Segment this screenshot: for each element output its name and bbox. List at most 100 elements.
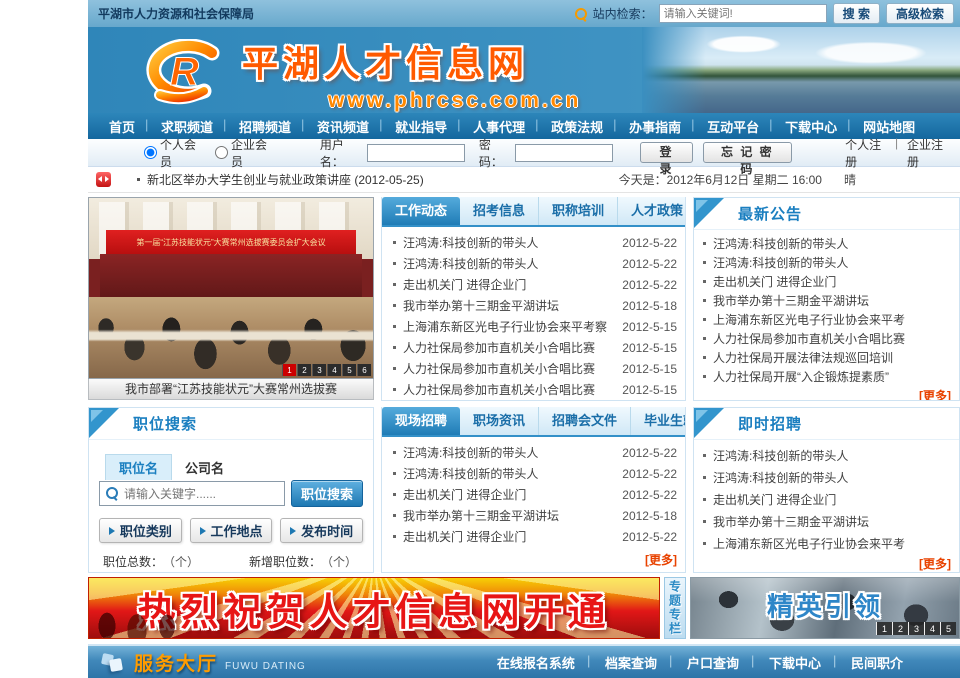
logo[interactable]: R 平湖人才信息网 www.phrcsc.com.cn xyxy=(136,35,581,113)
celebration-banner[interactable]: 热烈祝贺人才信息网开通 xyxy=(88,577,660,639)
notice-item[interactable]: 汪鸿涛:科技创新的带头人 xyxy=(698,253,951,272)
tab-talent-policy[interactable]: 人才政策 xyxy=(618,197,686,225)
nav-jobseeker[interactable]: 求职频道 xyxy=(148,117,226,136)
nav-sitemap[interactable]: 网站地图 xyxy=(850,117,928,136)
link-download-center[interactable]: 下载中心 xyxy=(754,653,836,672)
tab-work-dynamics[interactable]: 工作动态 xyxy=(382,197,460,225)
instant-recruit-more-link[interactable]: [更多] xyxy=(694,554,959,573)
company-register-link[interactable]: 企业注册 xyxy=(898,136,960,170)
news-item[interactable]: 人力社保局参加市直机关小合唱比赛2012-5-15 xyxy=(388,358,677,379)
filter-date-button[interactable]: 发布时间 xyxy=(280,518,363,543)
link-private-agency[interactable]: 民间职介 xyxy=(836,653,918,672)
company-member-radio[interactable] xyxy=(215,146,228,159)
notice-item[interactable]: 汪鸿涛:科技创新的带头人 xyxy=(698,234,951,253)
special-column-strip[interactable]: 专题专栏 xyxy=(664,577,686,639)
news-item[interactable]: 走出机关门 进得企业门2012-5-22 xyxy=(388,274,677,295)
nav-policy[interactable]: 政策法规 xyxy=(538,117,616,136)
photo-slideshow[interactable]: 第一届“江苏技能状元”大赛常州选拔赛委员会扩大会议 1 2 3 4 5 6 xyxy=(88,197,374,379)
photo-caption-link[interactable]: 我市部署“江苏技能状元”大赛常州选拔赛 xyxy=(88,379,374,400)
link-online-registration[interactable]: 在线报名系统 xyxy=(482,653,590,672)
photo-page-3[interactable]: 3 xyxy=(312,364,326,376)
forgot-password-button[interactable]: 忘 记 密 码 xyxy=(703,142,793,163)
link-hukou-query[interactable]: 户口查询 xyxy=(672,653,754,672)
login-button[interactable]: 登 录 xyxy=(640,142,693,163)
notice-more-link[interactable]: [更多] xyxy=(694,386,959,401)
news-item[interactable]: 人力社保局参加市直机关小合唱比赛2012-5-15 xyxy=(388,337,677,358)
photo-page-1[interactable]: 1 xyxy=(282,364,296,376)
stat-label: 新增职位数： xyxy=(249,553,321,570)
notice-item[interactable]: 人力社保局开展“入企锻炼提素质” xyxy=(698,367,951,386)
elite-page-4[interactable]: 4 xyxy=(924,622,940,635)
job-search-button[interactable]: 职位搜索 xyxy=(291,480,363,507)
news-item[interactable]: 我市举办第十三期金平湖讲坛2012-5-18 xyxy=(388,295,677,316)
nav-guidance[interactable]: 就业指导 xyxy=(382,117,460,136)
job-keyword-input[interactable] xyxy=(99,481,285,506)
tab-onsite-recruit[interactable]: 现场招聘 xyxy=(382,407,460,435)
nav-interactive[interactable]: 互动平台 xyxy=(694,117,772,136)
password-input[interactable] xyxy=(515,144,613,162)
notice-item[interactable]: 上海浦东新区光电子行业协会来平考 xyxy=(698,310,951,329)
tab-position-name[interactable]: 职位名 xyxy=(105,454,172,480)
news-item[interactable]: 走出机关门 进得企业门2012-5-22 xyxy=(388,526,677,547)
tab-jobfair-files[interactable]: 招聘会文件 xyxy=(539,407,631,435)
username-input[interactable] xyxy=(367,144,465,162)
photo-page-4[interactable]: 4 xyxy=(327,364,341,376)
bullet-icon xyxy=(393,283,396,286)
link-archive-query[interactable]: 档案查询 xyxy=(590,653,672,672)
notice-item[interactable]: 我市举办第十三期金平湖讲坛 xyxy=(698,291,951,310)
content-row-1: 第一届“江苏技能状元”大赛常州选拔赛委员会扩大会议 1 2 3 4 5 6 我市… xyxy=(88,197,960,401)
instant-recruit-box: 即时招聘 汪鸿涛:科技创新的带头人 汪鸿涛:科技创新的带头人 走出机关门 进得企… xyxy=(693,407,960,573)
tab-workplace-info[interactable]: 职场资讯 xyxy=(460,407,539,435)
elite-page-3[interactable]: 3 xyxy=(908,622,924,635)
site-search-input[interactable] xyxy=(659,4,827,23)
recruit-item[interactable]: 汪鸿涛:科技创新的带头人 xyxy=(698,444,951,466)
job-search-header: 职位搜索 xyxy=(89,408,373,440)
notice-item[interactable]: 人力社保局参加市直机关小合唱比赛 xyxy=(698,329,951,348)
news-item[interactable]: 汪鸿涛:科技创新的带头人2012-5-22 xyxy=(388,463,677,484)
recruit-item[interactable]: 上海浦东新区光电子行业协会来平考 xyxy=(698,532,951,554)
news-item[interactable]: 上海浦东新区光电子行业协会来平考察2012-5-15 xyxy=(388,316,677,337)
tab-graduate-service[interactable]: 毕业生就业服务 xyxy=(631,407,686,435)
search-button[interactable]: 搜 索 xyxy=(833,3,880,24)
elite-page-5[interactable]: 5 xyxy=(940,622,956,635)
recruit-item[interactable]: 汪鸿涛:科技创新的带头人 xyxy=(698,466,951,488)
tab-company-name[interactable]: 公司名 xyxy=(172,455,237,480)
photo-page-5[interactable]: 5 xyxy=(342,364,356,376)
photo-news-box: 第一届“江苏技能状元”大赛常州选拔赛委员会扩大会议 1 2 3 4 5 6 我市… xyxy=(88,197,374,401)
elite-page-1[interactable]: 1 xyxy=(876,622,892,635)
personal-register-link[interactable]: 个人注册 xyxy=(836,136,898,170)
news-item[interactable]: 汪鸿涛:科技创新的带头人2012-5-22 xyxy=(388,253,677,274)
ticker-news-link[interactable]: 新北区举办大学生创业与就业政策讲座 (2012-05-25) xyxy=(147,171,424,188)
filter-category-button[interactable]: 职位类别 xyxy=(99,518,182,543)
news-item[interactable]: 汪鸿涛:科技创新的带头人2012-5-22 xyxy=(388,442,677,463)
recruit-item[interactable]: 走出机关门 进得企业门 xyxy=(698,488,951,510)
work-news-more-link[interactable]: [更多] xyxy=(382,400,685,401)
nav-hr-agency[interactable]: 人事代理 xyxy=(460,117,538,136)
nav-info[interactable]: 资讯频道 xyxy=(304,117,382,136)
bullet-icon xyxy=(703,242,706,245)
search-label: 站内检索： xyxy=(593,5,653,22)
nav-guide[interactable]: 办事指南 xyxy=(616,117,694,136)
recruit-item[interactable]: 我市举办第十三期金平湖讲坛 xyxy=(698,510,951,532)
elite-page-2[interactable]: 2 xyxy=(892,622,908,635)
news-item[interactable]: 走出机关门 进得企业门2012-5-22 xyxy=(388,484,677,505)
tab-exam-info[interactable]: 招考信息 xyxy=(460,197,539,225)
news-item[interactable]: 我市举办第十三期金平湖讲坛2012-5-18 xyxy=(388,505,677,526)
tab-title-training[interactable]: 职称培训 xyxy=(539,197,618,225)
live-recruit-more-link[interactable]: [更多] xyxy=(382,550,685,572)
news-item[interactable]: 汪鸿涛:科技创新的带头人2012-5-22 xyxy=(388,232,677,253)
photo-page-2[interactable]: 2 xyxy=(297,364,311,376)
elite-banner[interactable]: 精英引领 1 2 3 4 5 xyxy=(690,577,960,639)
personal-member-radio[interactable] xyxy=(144,146,157,159)
photo-page-6[interactable]: 6 xyxy=(357,364,371,376)
nav-home[interactable]: 首页 xyxy=(96,117,148,136)
filter-location-button[interactable]: 工作地点 xyxy=(190,518,273,543)
job-search-input-wrap xyxy=(99,481,285,506)
news-item[interactable]: 人力社保局参加市直机关小合唱比赛2012-5-15 xyxy=(388,379,677,400)
notice-item[interactable]: 人力社保局开展法律法规巡回培训 xyxy=(698,348,951,367)
bullet-icon xyxy=(137,178,140,181)
nav-download[interactable]: 下载中心 xyxy=(772,117,850,136)
nav-recruit[interactable]: 招聘频道 xyxy=(226,117,304,136)
advanced-search-button[interactable]: 高级检索 xyxy=(886,3,954,24)
notice-item[interactable]: 走出机关门 进得企业门 xyxy=(698,272,951,291)
